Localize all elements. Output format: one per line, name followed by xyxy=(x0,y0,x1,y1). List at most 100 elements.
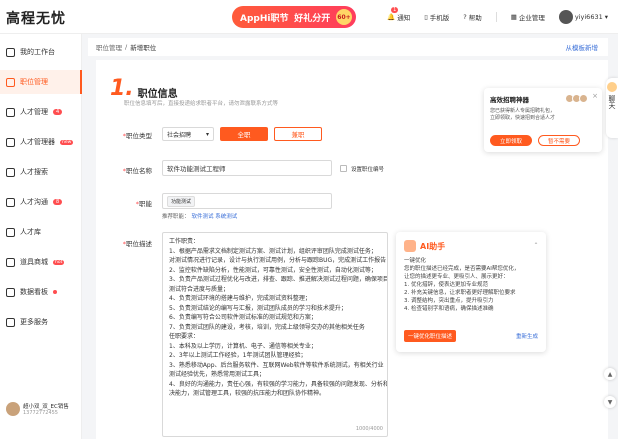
sidebar-item-label: 职位管理 xyxy=(20,78,48,86)
sidebar-item-search[interactable]: 人才搜索 xyxy=(0,160,82,184)
ai-optimize-button[interactable]: 一键优化职位描述 xyxy=(404,330,456,342)
char-counter: 1000/4000 xyxy=(355,425,383,432)
description-line: 决能力，测试管理工具，较强的抗压能力和团队协作精神。 xyxy=(169,390,326,397)
sidebar-item-store[interactable]: 道具商城 hot xyxy=(0,250,82,274)
ai-assistant-panel: AI助手 ˆ 一键优化 您的职位描述已经完成，是否需要AI帮您优化， 让您的描述… xyxy=(396,232,546,352)
promo-sub: 好礼分开 xyxy=(294,13,331,24)
user-phone: 13772772455 xyxy=(23,410,58,416)
popup-dismiss-button[interactable]: 暂不需要 xyxy=(538,135,580,146)
sidebar-item-jobs[interactable]: 职位管理 xyxy=(0,70,82,94)
job-type-select[interactable]: 社会招聘 ▾ xyxy=(162,127,214,141)
section-subtitle: 职位信息填写后，直接投递给求职者平台，请勿泄露联系方式等 xyxy=(124,101,279,107)
hint-links[interactable]: 软件测试 系统测试 xyxy=(192,214,238,220)
set-code-label: 设置职位编号 xyxy=(351,167,385,173)
sidebar-item-label: 人才沟通 xyxy=(20,198,48,206)
chevron-down-icon: ▾ xyxy=(205,130,209,138)
notify-button[interactable]: 🔔 1 通知 xyxy=(387,7,410,22)
ai-panel-body: 一键优化 您的职位描述已经完成，是否需要AI帮您优化， 让您的描述更专业、更吸引… xyxy=(404,257,538,313)
sidebar-item-chat[interactable]: 人才沟通 8 xyxy=(0,190,82,214)
chevron-up-icon[interactable]: ▲ xyxy=(604,368,616,380)
sidebar-item-label: 人才库 xyxy=(20,228,41,236)
mobile-button[interactable]: ▯ 手机版 xyxy=(424,12,449,22)
popup-line: 您已获得新人专属招聘礼包， xyxy=(490,108,556,114)
section-number: 1. xyxy=(110,76,134,101)
sidebar-item-talent-manager[interactable]: 人才管理器 new xyxy=(0,130,82,154)
description-line: 对测试情况进行记录，设计与执行测试用例，分析与跟踪BUG，完成测试工作报告； xyxy=(169,257,388,264)
chevron-down-icon[interactable]: ▼ xyxy=(604,396,616,408)
promo-banner[interactable]: AppHi职节 好礼分开 60+ xyxy=(232,6,356,28)
chat-rail[interactable]: 聊天 xyxy=(606,78,618,138)
sidebar-item-label: 道具商城 xyxy=(20,258,48,266)
help-icon: ? xyxy=(463,13,467,21)
sidebar-item-label: 我的工作台 xyxy=(20,48,55,56)
count-badge: 8 xyxy=(53,199,63,205)
database-icon xyxy=(6,227,15,237)
description-line: 5、负责测试结论的编写与汇报，测试团队成员的学习和技术提升； xyxy=(169,304,347,312)
close-icon[interactable]: × xyxy=(592,92,598,100)
category-hint: 推荐职能： 软件测试 系统测试 xyxy=(162,212,237,220)
hot-badge: hot xyxy=(53,259,65,265)
phone-icon: ▯ xyxy=(424,13,428,21)
divider xyxy=(495,12,497,22)
chart-icon xyxy=(6,287,15,297)
popup-claim-button[interactable]: 立即领取 xyxy=(490,135,532,146)
home-icon xyxy=(6,47,15,57)
description-line: 2、监控软件缺陷分析，性能测试，可靠性测试，安全性测试，自动化测试等； xyxy=(169,266,377,274)
ai-line: 4. 检查错别字和语病，确保描述准确 xyxy=(404,306,494,312)
help-button[interactable]: ? 帮助 xyxy=(463,12,481,22)
job-type-value: 社会招聘 xyxy=(167,131,192,139)
count-badge: 4 xyxy=(53,109,63,115)
template-link[interactable]: 从模板新增 xyxy=(566,42,599,52)
ai-line: 让您的描述更专业、更吸引人、展示更好： xyxy=(404,274,509,280)
hint-prefix: 推荐职能： xyxy=(162,214,190,220)
ai-panel-head: AI助手 ˆ xyxy=(404,240,538,252)
mobile-label: 手机版 xyxy=(429,14,450,22)
description-line: 工作职责： xyxy=(169,238,200,245)
robot-icon xyxy=(404,240,416,252)
user-menu[interactable]: yiyi6631 ▾ xyxy=(558,10,608,24)
popup-avatars xyxy=(565,94,588,103)
category-tag[interactable]: 功能测试 xyxy=(167,195,196,207)
ai-line: 一键优化 xyxy=(404,258,427,264)
app-logo[interactable]: 高程无忧 xyxy=(6,8,66,28)
red-dot xyxy=(53,290,57,294)
briefcase-icon xyxy=(6,77,15,87)
sidebar-item-workbench[interactable]: 我的工作台 xyxy=(0,40,82,64)
section-title: 1. 职位信息 xyxy=(110,76,178,101)
promo-label: AppHi职节 xyxy=(240,13,289,24)
user-name: yiyi6631 xyxy=(574,13,603,21)
avatar xyxy=(6,402,20,416)
help-label: 帮助 xyxy=(468,14,482,22)
sidebar-item-talent[interactable]: 人才管理 4 xyxy=(0,100,82,124)
section-title-text: 职位信息 xyxy=(137,89,178,100)
description-textarea[interactable]: 工作职责： 1、根据产品需求文档制定测试方案、测试计划，组织评审团队完成测试任务；… xyxy=(162,232,388,437)
sidebar-user[interactable]: 超小双_双_EC销售 13772772455 xyxy=(6,402,80,416)
sidebar-item-more[interactable]: 更多服务 xyxy=(0,310,82,334)
set-code-checkbox[interactable] xyxy=(340,165,347,172)
chevron-up-icon[interactable]: ˆ xyxy=(534,242,538,251)
sidebar-item-pool[interactable]: 人才库 xyxy=(0,220,82,244)
sidebar-item-dashboard[interactable]: 数据看板 xyxy=(0,280,82,304)
chat-rail-label: 聊天 xyxy=(608,95,616,109)
breadcrumb-jobs[interactable]: 职位管理 xyxy=(96,42,122,52)
sidebar-item-label: 更多服务 xyxy=(20,318,48,326)
ai-regenerate-link[interactable]: 重新生成 xyxy=(516,332,538,340)
sidebar-item-label: 数据看板 xyxy=(20,288,48,296)
description-line: 6、负责编写符合公司软件测试标准的测试规范和方案； xyxy=(169,314,317,321)
enterprise-button[interactable]: ▦ 企业管理 xyxy=(511,12,545,22)
enterprise-label: 企业管理 xyxy=(518,14,545,22)
description-line: 1、本科及以上学历，计算机、电子、通信等相关专业； xyxy=(169,342,317,350)
ai-line: 3. 调整结构，突出重点，提升吸引力 xyxy=(404,298,494,304)
ai-line: 2. 补充关键信息，让求职者更好理解职位要求 xyxy=(404,290,516,296)
grid-icon xyxy=(6,317,15,327)
job-name-input[interactable]: 软件功能测试工程师 xyxy=(162,160,332,176)
full-time-button[interactable]: 全职 xyxy=(220,127,268,141)
promo-popup: 高效招聘神器 × 您已获得新人专属招聘礼包， 立即领取，快速招到合适人才 立即领… xyxy=(484,88,602,152)
sidebar-item-label: 人才搜索 xyxy=(20,168,48,176)
part-time-button[interactable]: 兼职 xyxy=(274,127,322,141)
search-icon xyxy=(6,167,15,177)
category-input[interactable]: 功能测试 xyxy=(162,193,332,209)
ai-line: 您的职位描述已经完成，是否需要AI帮您优化， xyxy=(404,266,520,272)
breadcrumb-sep: / xyxy=(125,43,128,51)
popup-line: 立即领取，快速招到合适人才 xyxy=(490,115,556,121)
